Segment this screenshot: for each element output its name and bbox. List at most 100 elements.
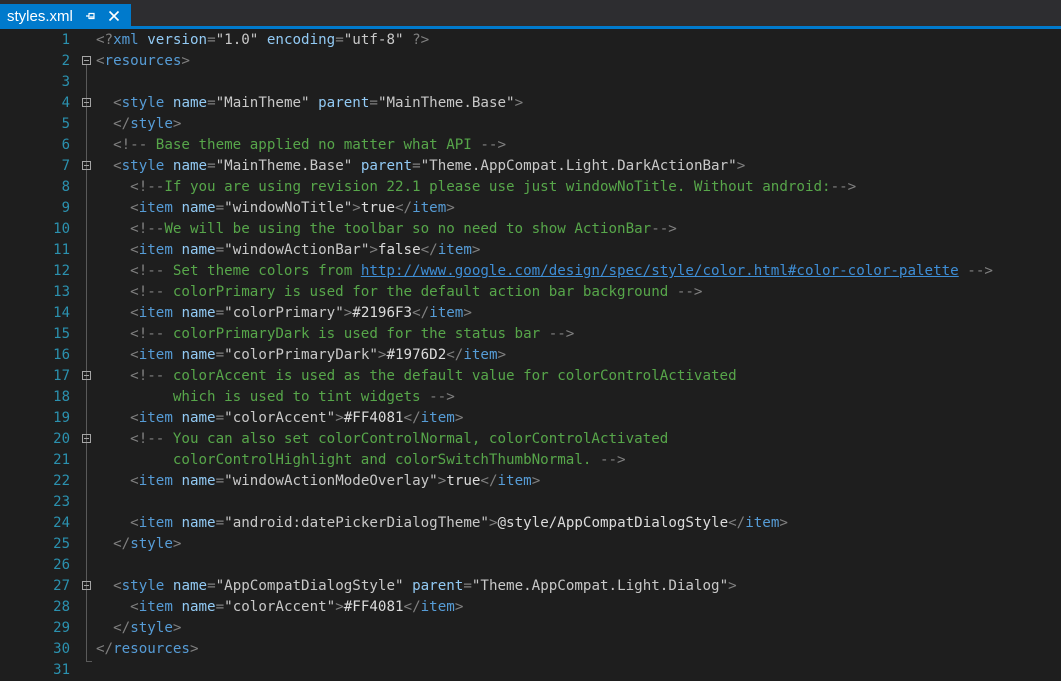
code-token: "colorPrimaryDark"	[224, 347, 378, 363]
code-line[interactable]: 12 <!-- Set theme colors from http://www…	[0, 261, 1061, 282]
code-token: =	[215, 242, 225, 258]
code-token: "Theme.AppCompat.Light.DarkActionBar"	[420, 158, 737, 174]
code-token: We will be using the toolbar so no need …	[164, 221, 652, 237]
code-token: =	[215, 200, 225, 216]
line-number: 25	[53, 536, 70, 552]
collapse-toggle-icon[interactable]	[82, 434, 91, 443]
line-number: 17	[53, 368, 70, 384]
code-token: which is used to tint widgets	[96, 389, 430, 405]
code-line[interactable]: 4 <style name="MainTheme" parent="MainTh…	[0, 93, 1061, 114]
code-line[interactable]: 19 <item name="colorAccent">#FF4081</ite…	[0, 408, 1061, 429]
code-token: <	[113, 578, 122, 594]
code-token: Base theme applied no matter what API	[147, 137, 481, 153]
code-token: -->	[830, 179, 857, 195]
code-token: item	[138, 347, 173, 363]
line-number: 10	[53, 221, 70, 237]
code-token: >	[172, 536, 182, 552]
code-line[interactable]: 20 <!-- You can also set colorControlNor…	[0, 429, 1061, 450]
code-token: =	[207, 95, 216, 111]
code-line[interactable]: 5 </style>	[0, 114, 1061, 135]
close-icon[interactable]	[106, 8, 122, 24]
code-line[interactable]: 10 <!--We will be using the toolbar so n…	[0, 219, 1061, 240]
code-line[interactable]: 7 <style name="MainTheme.Base" parent="T…	[0, 156, 1061, 177]
code-token: >	[172, 116, 182, 132]
code-line[interactable]: 30 </resources>	[0, 639, 1061, 660]
code-line[interactable]: 21 colorControlHighlight and colorSwitch…	[0, 450, 1061, 471]
code-token: <	[113, 95, 122, 111]
code-token: >	[369, 242, 378, 258]
code-token: item	[420, 599, 455, 615]
code-line[interactable]: 2 <resources>	[0, 51, 1061, 72]
collapse-toggle-icon[interactable]	[82, 581, 91, 590]
code-token: >	[497, 347, 507, 363]
collapse-toggle-icon[interactable]	[82, 98, 91, 107]
code-token: <	[130, 305, 139, 321]
code-token: >	[779, 515, 788, 531]
tab-styles-xml[interactable]: styles.xml	[0, 4, 131, 29]
code-token: </	[412, 305, 430, 321]
code-token: <!--	[130, 326, 165, 342]
code-token: "MainTheme"	[215, 95, 310, 111]
code-token: </	[480, 473, 498, 489]
code-line[interactable]: 31	[0, 660, 1061, 681]
line-number: 28	[53, 599, 70, 615]
code-line[interactable]: 24 <item name="android:datePickerDialogT…	[0, 513, 1061, 534]
collapse-toggle-icon[interactable]	[82, 56, 91, 65]
code-token: @style/AppCompatDialogStyle	[497, 515, 729, 531]
code-line[interactable]: 22 <item name="windowActionModeOverlay">…	[0, 471, 1061, 492]
code-token: -->	[548, 326, 575, 342]
code-token: <	[113, 158, 122, 174]
code-line[interactable]: 28 <item name="colorAccent">#FF4081</ite…	[0, 597, 1061, 618]
code-text: <item name="colorAccent">#FF4081</item>	[96, 597, 463, 618]
code-text: <!--We will be using the toolbar so no n…	[96, 219, 677, 240]
code-token: -->	[429, 389, 455, 405]
code-line[interactable]: 23	[0, 492, 1061, 513]
code-line[interactable]: 27 <style name="AppCompatDialogStyle" pa…	[0, 576, 1061, 597]
code-editor[interactable]: 1 <?xml version="1.0" encoding="utf-8" ?>…	[0, 29, 1061, 678]
code-text: <item name="windowNoTitle">true</item>	[96, 198, 455, 219]
code-token: >	[463, 305, 472, 321]
code-line[interactable]: 26	[0, 555, 1061, 576]
code-token: xml	[113, 32, 139, 48]
code-line[interactable]: 29 </style>	[0, 618, 1061, 639]
code-token: =	[463, 578, 472, 594]
code-text: <item name="windowActionModeOverlay">tru…	[96, 471, 540, 492]
collapse-toggle-icon[interactable]	[82, 371, 91, 380]
code-line[interactable]: 3	[0, 72, 1061, 93]
code-line[interactable]: 18 which is used to tint widgets -->	[0, 387, 1061, 408]
code-token: name	[181, 515, 216, 531]
code-token: name	[172, 95, 208, 111]
code-token: >	[454, 599, 464, 615]
code-line[interactable]: 1 <?xml version="1.0" encoding="utf-8" ?>	[0, 30, 1061, 51]
collapse-toggle-icon[interactable]	[82, 161, 91, 170]
code-token: colorAccent is used as the default value…	[164, 368, 737, 384]
line-number: 15	[53, 326, 70, 342]
code-line[interactable]: 25 </style>	[0, 534, 1061, 555]
code-token: "MainTheme.Base"	[215, 158, 353, 174]
code-line[interactable]: 13 <!-- colorPrimary is used for the def…	[0, 282, 1061, 303]
code-line[interactable]: 11 <item name="windowActionBar">false</i…	[0, 240, 1061, 261]
code-line[interactable]: 17 <!-- colorAccent is used as the defau…	[0, 366, 1061, 387]
code-token: </	[395, 200, 413, 216]
code-line[interactable]: 6 <!-- Base theme applied no matter what…	[0, 135, 1061, 156]
code-line[interactable]: 15 <!-- colorPrimaryDark is used for the…	[0, 324, 1061, 345]
code-line[interactable]: 9 <item name="windowNoTitle">true</item>	[0, 198, 1061, 219]
code-line[interactable]: 8 <!--If you are using revision 22.1 ple…	[0, 177, 1061, 198]
code-text: </style>	[96, 534, 181, 555]
code-link[interactable]: http://www.google.com/design/spec/style/…	[361, 263, 959, 279]
code-token: name	[181, 473, 216, 489]
code-text: <style name="AppCompatDialogStyle" paren…	[96, 576, 737, 597]
line-number: 24	[53, 515, 70, 531]
line-number: 31	[53, 662, 70, 678]
code-token: false	[377, 242, 421, 258]
pin-icon[interactable]	[84, 9, 98, 23]
code-line[interactable]: 14 <item name="colorPrimary">#2196F3</it…	[0, 303, 1061, 324]
code-line[interactable]: 16 <item name="colorPrimaryDark">#1976D2…	[0, 345, 1061, 366]
